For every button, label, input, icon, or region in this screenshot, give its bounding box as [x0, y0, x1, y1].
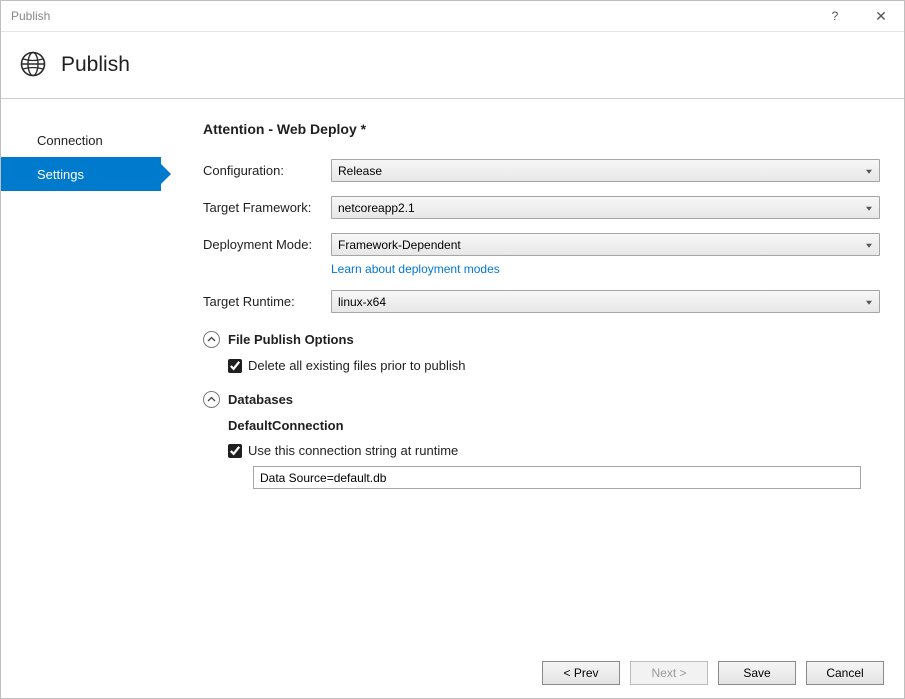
sidebar-item-settings[interactable]: Settings [1, 157, 161, 191]
globe-icon [19, 50, 47, 81]
databases-title: Databases [228, 392, 293, 407]
row-target-framework: Target Framework: netcoreapp2.1 [203, 196, 880, 219]
section-databases[interactable]: Databases [203, 391, 880, 408]
connection-string-input[interactable] [253, 466, 861, 489]
row-use-runtime: Use this connection string at runtime [228, 443, 880, 458]
sidebar-item-label: Settings [37, 167, 84, 182]
target-framework-select[interactable]: netcoreapp2.1 [331, 196, 880, 219]
main-pane: Attention - Web Deploy * Configuration: … [161, 99, 904, 648]
delete-existing-checkbox[interactable] [228, 359, 242, 373]
deployment-mode-select[interactable]: Framework-Dependent [331, 233, 880, 256]
save-button[interactable]: Save [718, 661, 796, 685]
delete-existing-label: Delete all existing files prior to publi… [248, 358, 466, 373]
title-bar: Publish ? ✕ [1, 1, 904, 31]
use-runtime-label: Use this connection string at runtime [248, 443, 458, 458]
row-target-runtime: Target Runtime: linux-x64 [203, 290, 880, 313]
row-delete-existing: Delete all existing files prior to publi… [228, 358, 880, 373]
connection-name: DefaultConnection [228, 418, 880, 433]
chevron-up-icon [203, 331, 220, 348]
row-configuration: Configuration: Release [203, 159, 880, 182]
file-publish-title: File Publish Options [228, 332, 354, 347]
target-runtime-select[interactable]: linux-x64 [331, 290, 880, 313]
use-runtime-checkbox[interactable] [228, 444, 242, 458]
next-button: Next > [630, 661, 708, 685]
configuration-select[interactable]: Release [331, 159, 880, 182]
deployment-mode-label: Deployment Mode: [203, 237, 331, 252]
page-header: Publish [1, 31, 904, 99]
content-row: Connection Settings Attention - Web Depl… [1, 99, 904, 648]
row-deployment-mode-link: Learn about deployment modes [203, 262, 880, 276]
window-title: Publish [11, 9, 50, 23]
target-runtime-label: Target Runtime: [203, 294, 331, 309]
sidebar-item-connection[interactable]: Connection [1, 123, 161, 157]
configuration-label: Configuration: [203, 163, 331, 178]
prev-button[interactable]: < Prev [542, 661, 620, 685]
close-icon: ✕ [875, 8, 887, 25]
deployment-mode-link[interactable]: Learn about deployment modes [331, 262, 500, 276]
chevron-up-icon [203, 391, 220, 408]
row-deployment-mode: Deployment Mode: Framework-Dependent [203, 233, 880, 256]
cancel-button[interactable]: Cancel [806, 661, 884, 685]
help-icon: ? [832, 9, 839, 23]
attention-title: Attention - Web Deploy * [203, 121, 880, 137]
page-title: Publish [61, 53, 130, 77]
footer: < Prev Next > Save Cancel [1, 648, 904, 698]
row-connection-string [253, 466, 880, 489]
sidebar: Connection Settings [1, 99, 161, 648]
target-framework-label: Target Framework: [203, 200, 331, 215]
close-button[interactable]: ✕ [858, 1, 904, 31]
sidebar-item-label: Connection [37, 133, 103, 148]
section-file-publish[interactable]: File Publish Options [203, 331, 880, 348]
help-button[interactable]: ? [812, 1, 858, 31]
